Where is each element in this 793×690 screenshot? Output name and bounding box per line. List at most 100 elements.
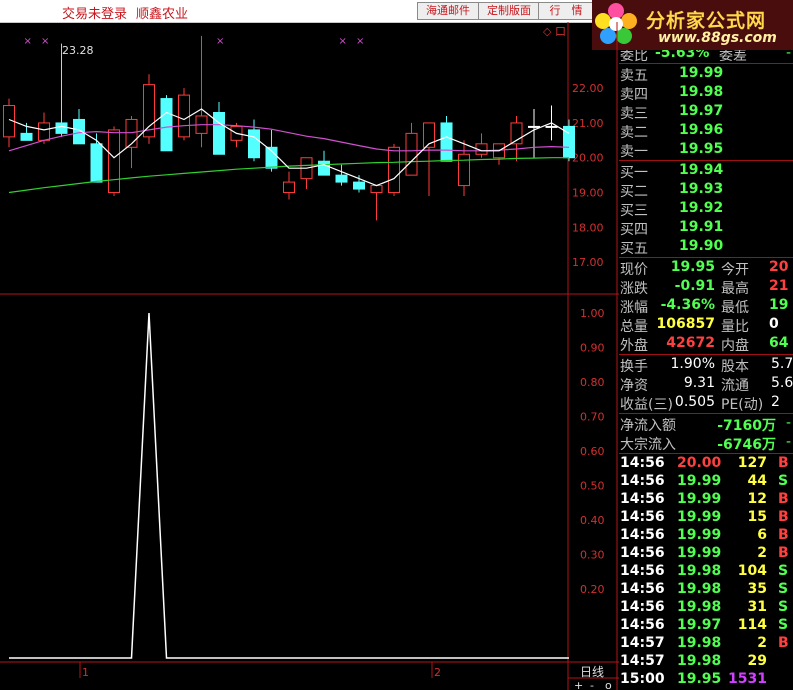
- quotes-button[interactable]: 行 情: [538, 2, 594, 20]
- candlestick[interactable]: [388, 143, 400, 197]
- candlestick[interactable]: [125, 115, 138, 169]
- candle-body-down: [248, 129, 260, 159]
- price-tick-label: 17.00: [572, 256, 604, 269]
- capital-flow-label: 净流入额: [620, 418, 676, 434]
- signal-marker: ×: [339, 36, 347, 47]
- tick-time: 15:00: [620, 671, 665, 687]
- tick-volume: 12: [747, 491, 767, 507]
- tick-side: B: [778, 635, 789, 651]
- tick-time: 14:56: [620, 527, 665, 543]
- candle-body-down: [353, 181, 365, 190]
- quote-row: 大宗流入 -6746万 -: [619, 433, 793, 453]
- stat-label: 涨跌: [620, 281, 648, 297]
- stat-value: 2: [771, 394, 780, 410]
- tick-volume: 6: [757, 527, 767, 543]
- tick-price: 19.99: [677, 491, 722, 507]
- quote-row: 现价 19.95 今开 20: [619, 258, 793, 278]
- tick-price: 19.97: [677, 617, 722, 633]
- candlestick[interactable]: [458, 140, 470, 197]
- sell-level-label: 卖二: [620, 125, 648, 141]
- stat-label: 流通: [721, 378, 749, 394]
- login-status[interactable]: 交易未登录: [62, 3, 127, 22]
- zoom-out-button[interactable]: -: [590, 679, 594, 690]
- candlestick[interactable]: [143, 74, 155, 144]
- quote-row: 涨跌 -0.91 最高 21: [619, 277, 793, 297]
- candlestick[interactable]: [283, 171, 295, 200]
- stat-label: 量比: [721, 319, 749, 335]
- candlestick[interactable]: [195, 35, 208, 148]
- candlestick[interactable]: [20, 122, 33, 141]
- tick-time: 14:57: [620, 635, 665, 651]
- layout-toggle-icon[interactable]: ◇ 口: [543, 25, 566, 38]
- candlestick[interactable]: [528, 109, 540, 158]
- stat-label: 净资: [620, 378, 648, 394]
- candlestick[interactable]: [178, 88, 190, 141]
- stat-label: 内盘: [721, 338, 749, 354]
- quote-row: 14:56 19.98 31 S: [619, 598, 793, 616]
- indicator-tick-label: 0.50: [580, 480, 605, 493]
- candle-body-down: [213, 111, 225, 155]
- zoom-in-button[interactable]: +: [574, 679, 583, 690]
- candlestick[interactable]: [370, 185, 383, 221]
- tick-time: 14:56: [620, 509, 665, 525]
- quote-row: 净资 9.31 流通 5.6: [619, 374, 793, 394]
- stat-value: 9.31: [683, 375, 715, 391]
- candlestick[interactable]: [55, 43, 68, 137]
- stock-name: 顺鑫农业: [136, 7, 189, 22]
- quote-row: 14:56 19.99 44 S: [619, 472, 793, 490]
- candlestick[interactable]: [493, 143, 505, 165]
- tick-price: 19.98: [677, 581, 722, 597]
- haitong-mail-button[interactable]: 海通邮件: [417, 2, 479, 20]
- quote-row: 14:57 19.98 2 B: [619, 634, 793, 652]
- indicator-tick-label: 0.20: [580, 583, 605, 596]
- tick-time: 14:56: [620, 617, 665, 633]
- candlestick[interactable]: [405, 122, 418, 176]
- candlestick[interactable]: [353, 175, 365, 193]
- quote-panel: 委比 -5.63% 委差 - 卖五 19.99 卖四 19.98 卖三 19.97 卖二 19.96 卖…: [619, 50, 793, 690]
- period-label[interactable]: 日线: [580, 665, 604, 679]
- tick-volume: 1531: [728, 671, 767, 687]
- candle-body-up: [38, 122, 50, 141]
- candlestick[interactable]: [423, 122, 435, 197]
- candlestick[interactable]: [160, 95, 173, 152]
- price-tick-label: 22.00: [572, 82, 604, 95]
- tick-volume: 31: [747, 599, 767, 615]
- custom-layout-button[interactable]: 定制版面: [478, 2, 540, 20]
- candlestick[interactable]: [318, 150, 330, 176]
- price-tick-label: 20.00: [572, 152, 604, 165]
- quote-row: 委比 -5.63% 委差 -: [619, 50, 793, 64]
- candlestick[interactable]: [335, 164, 348, 186]
- indicator-tick-label: 0.30: [580, 549, 605, 562]
- tick-volume: 2: [757, 545, 767, 561]
- stat-label: 最高: [721, 281, 749, 297]
- tick-time: 14:57: [620, 653, 665, 669]
- candlestick[interactable]: [108, 126, 120, 197]
- zoom-reset-button[interactable]: o: [605, 679, 612, 690]
- price-tick-label: 18.00: [572, 221, 604, 234]
- capital-flow-extra: -: [785, 415, 791, 431]
- candlestick[interactable]: [475, 133, 488, 158]
- tick-volume: 114: [737, 617, 767, 633]
- tick-time: 14:56: [620, 455, 665, 471]
- candlestick[interactable]: [3, 98, 15, 148]
- candlestick[interactable]: [213, 102, 225, 155]
- tick-volume: 2: [757, 635, 767, 651]
- stat-value: 0.505: [674, 394, 715, 410]
- quote-row: 买一 19.94: [619, 161, 793, 181]
- candlestick[interactable]: [300, 157, 313, 190]
- candlestick[interactable]: [73, 109, 85, 145]
- indicator-tick-label: 0.40: [580, 514, 605, 527]
- stat-value: 20: [769, 259, 789, 275]
- tick-volume: 127: [737, 455, 767, 471]
- tick-side: B: [778, 455, 789, 471]
- kline-chart[interactable]: 23.28 ◇ 口 22.00 21.00 20.00 19.00 18.00 …: [0, 22, 619, 690]
- tick-side: B: [778, 545, 789, 561]
- quote-row: 14:56 19.97 114 S: [619, 616, 793, 634]
- tick-side: S: [778, 473, 789, 489]
- price-tick-label: 19.00: [572, 187, 604, 200]
- capital-flow-value: -7160万: [717, 418, 776, 434]
- signal-marker: ×: [216, 36, 224, 47]
- logo-text: 分析家公式网: [646, 10, 767, 32]
- quote-row: 买四 19.91: [619, 218, 793, 238]
- tick-volume: 35: [747, 581, 767, 597]
